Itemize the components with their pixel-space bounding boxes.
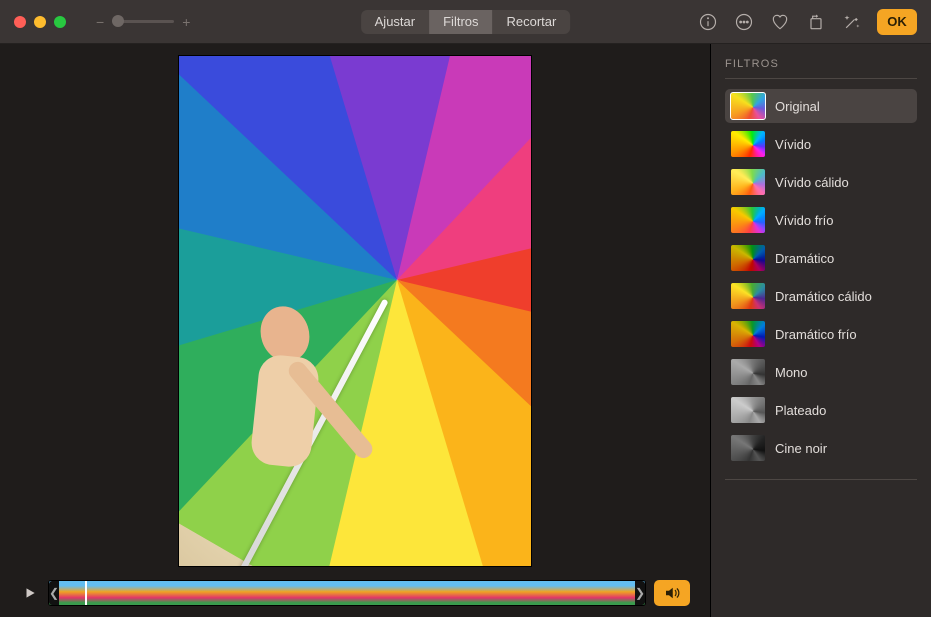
filter-thumbnail (731, 207, 765, 233)
filter-row[interactable]: Original (725, 89, 917, 123)
timeline-frame[interactable] (560, 581, 581, 605)
timeline-frame[interactable] (304, 581, 325, 605)
rotate-icon[interactable] (805, 11, 827, 33)
sidebar-title: FILTROS (725, 58, 917, 70)
close-window-button[interactable] (14, 16, 26, 28)
timeline-frame[interactable] (134, 581, 155, 605)
filter-thumbnail (731, 435, 765, 461)
timeline-frame[interactable] (517, 581, 538, 605)
zoom-thumb[interactable] (112, 15, 124, 27)
canvas-stage (0, 44, 710, 577)
photo-person (235, 306, 325, 506)
timeline-frame[interactable] (70, 581, 91, 605)
auto-enhance-icon[interactable] (841, 11, 863, 33)
filter-row[interactable]: Vívido (725, 127, 917, 161)
timeline-frame[interactable] (581, 581, 602, 605)
filter-row[interactable]: Cine noir (725, 431, 917, 465)
filter-thumbnail (731, 131, 765, 157)
filter-row[interactable]: Mono (725, 355, 917, 389)
filter-thumbnail (731, 169, 765, 195)
sidebar-divider (725, 78, 917, 79)
timeline-frame[interactable] (155, 581, 176, 605)
timeline-frame[interactable] (432, 581, 453, 605)
filter-label: Dramático (775, 251, 834, 266)
content: ❮ ❯ FILTROS Original Vívido Vívido cálido V… (0, 44, 931, 617)
tab-adjust[interactable]: Ajustar (361, 10, 429, 34)
filter-label: Cine noir (775, 441, 827, 456)
filter-label: Original (775, 99, 820, 114)
filter-label: Dramático cálido (775, 289, 872, 304)
favorite-icon[interactable] (769, 11, 791, 33)
filter-label: Mono (775, 365, 808, 380)
filter-row[interactable]: Plateado (725, 393, 917, 427)
done-button[interactable]: OK (877, 9, 917, 35)
timeline-frame[interactable] (241, 581, 262, 605)
filters-sidebar: FILTROS Original Vívido Vívido cálido Vívid… (711, 44, 931, 617)
timeline-frame[interactable] (326, 581, 347, 605)
timeline-frame[interactable] (177, 581, 198, 605)
more-icon[interactable] (733, 11, 755, 33)
filter-row[interactable]: Vívido frío (725, 203, 917, 237)
filter-label: Vívido cálido (775, 175, 849, 190)
zoom-track[interactable] (112, 20, 174, 23)
filter-label: Vívido frío (775, 213, 834, 228)
fullscreen-window-button[interactable] (54, 16, 66, 28)
timeline-frame[interactable] (92, 581, 113, 605)
tab-filters[interactable]: Filtros (429, 10, 492, 34)
titlebar: − + Ajustar Filtros Recortar OK (0, 0, 931, 44)
timeline-frame[interactable] (347, 581, 368, 605)
window-controls (14, 16, 66, 28)
play-button[interactable] (20, 583, 40, 603)
timeline-frame[interactable] (453, 581, 474, 605)
zoom-slider[interactable]: − + (96, 14, 190, 30)
info-icon[interactable] (697, 11, 719, 33)
photo-umbrella (179, 56, 531, 566)
timeline-frame[interactable] (538, 581, 559, 605)
trim-end-handle[interactable]: ❯ (635, 581, 645, 605)
filter-thumbnail (731, 397, 765, 423)
filter-row[interactable]: Vívido cálido (725, 165, 917, 199)
tab-crop[interactable]: Recortar (493, 10, 571, 34)
timeline-frame[interactable] (283, 581, 304, 605)
timeline-frame[interactable] (262, 581, 283, 605)
sidebar-end-divider (725, 479, 917, 480)
filter-row[interactable]: Dramático frío (725, 317, 917, 351)
filter-label: Vívido (775, 137, 811, 152)
filter-thumbnail (731, 245, 765, 271)
timeline-frame[interactable] (368, 581, 389, 605)
edit-mode-tabs: Ajustar Filtros Recortar (361, 10, 571, 34)
filter-row[interactable]: Dramático (725, 241, 917, 275)
filter-list: Original Vívido Vívido cálido Vívido frío Dr… (725, 89, 917, 465)
minimize-window-button[interactable] (34, 16, 46, 28)
timeline-frame[interactable] (411, 581, 432, 605)
zoom-out-icon: − (96, 14, 104, 30)
timeline-frames[interactable]: ❮ ❯ (48, 580, 646, 606)
playhead[interactable] (85, 580, 87, 606)
timeline-frame[interactable] (496, 581, 517, 605)
timeline-frame[interactable] (113, 581, 134, 605)
timeline-frame[interactable] (390, 581, 411, 605)
trim-start-handle[interactable]: ❮ (49, 581, 59, 605)
toolbar-right: OK (697, 9, 917, 35)
timeline-frame[interactable] (198, 581, 219, 605)
timeline-frame[interactable] (602, 581, 623, 605)
video-timeline: ❮ ❯ (0, 577, 710, 617)
timeline-frame[interactable] (219, 581, 240, 605)
filter-thumbnail (731, 93, 765, 119)
filter-label: Plateado (775, 403, 826, 418)
filter-label: Dramático frío (775, 327, 857, 342)
audio-toggle-button[interactable] (654, 580, 690, 606)
video-preview[interactable] (179, 56, 531, 566)
filter-thumbnail (731, 359, 765, 385)
zoom-in-icon: + (182, 14, 190, 30)
canvas-area: ❮ ❯ (0, 44, 711, 617)
filter-thumbnail (731, 321, 765, 347)
filter-row[interactable]: Dramático cálido (725, 279, 917, 313)
timeline-frame[interactable] (475, 581, 496, 605)
filter-thumbnail (731, 283, 765, 309)
